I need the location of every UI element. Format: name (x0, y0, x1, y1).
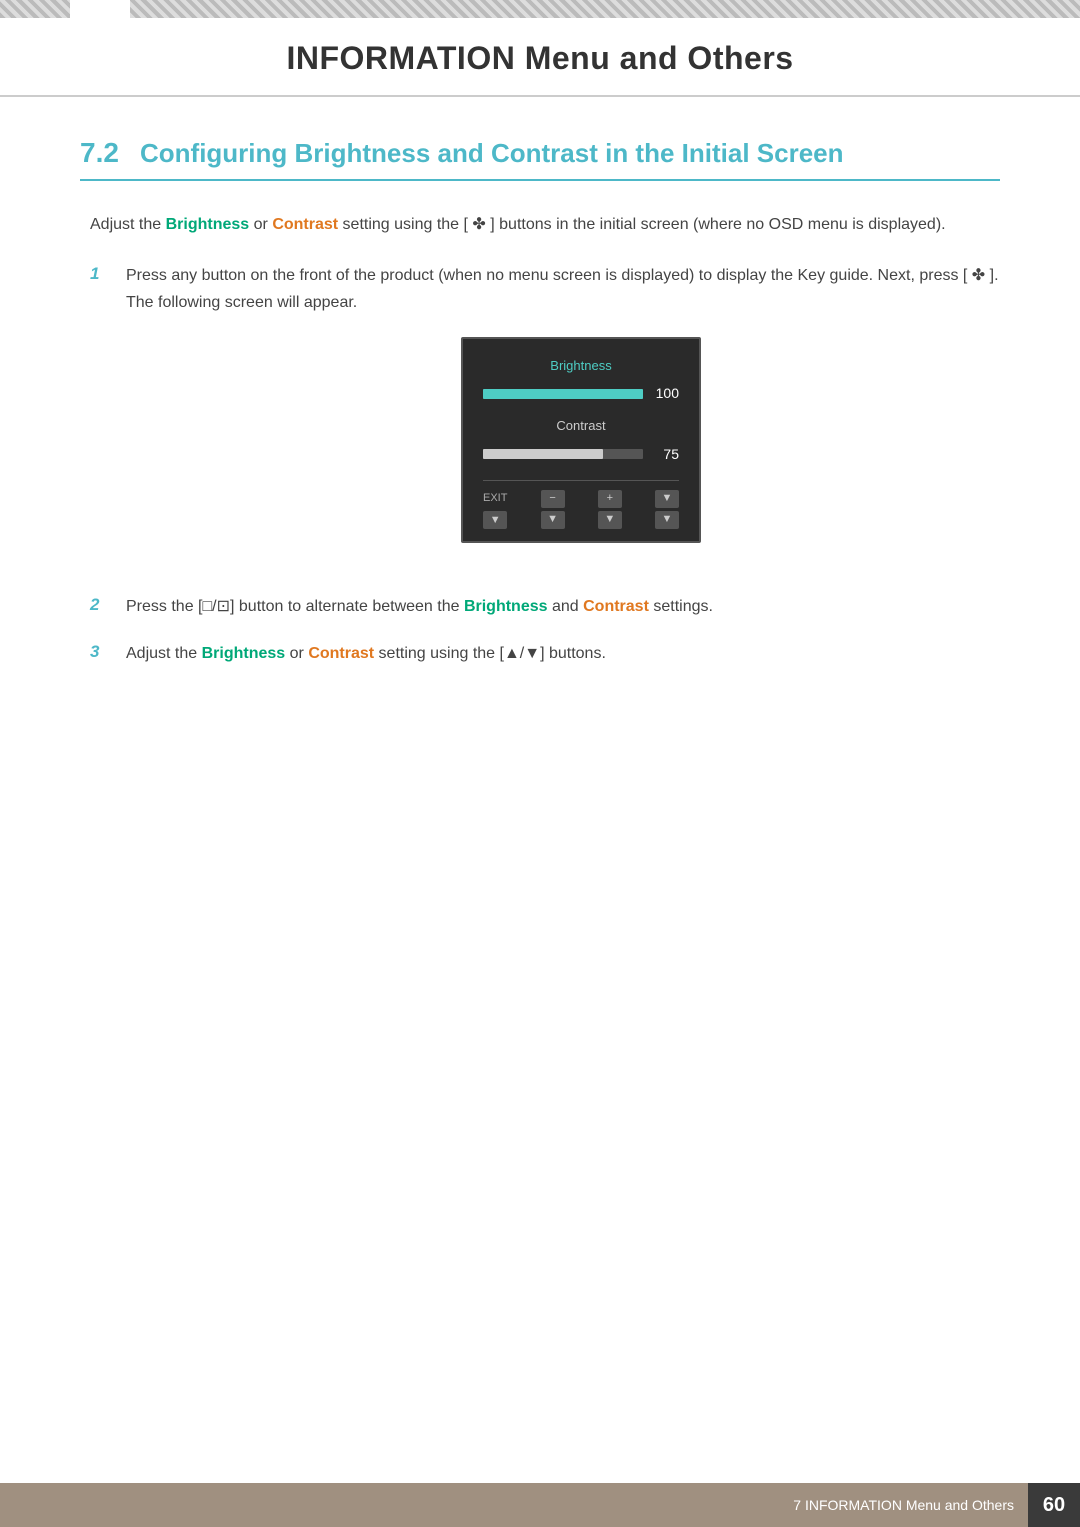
step2-contrast-highlight: Contrast (583, 598, 649, 615)
step3-contrast-highlight: Contrast (308, 645, 374, 662)
page-footer: 7 INFORMATION Menu and Others 60 (0, 1483, 1080, 1527)
osd-contrast-bar-container: 75 (483, 443, 679, 467)
step1-content: Press any button on the front of the pro… (126, 262, 1000, 573)
step1-text: Press any button on the front of the pro… (126, 267, 999, 311)
step3-number: 3 (90, 640, 108, 662)
footer-inner: 7 INFORMATION Menu and Others 60 (779, 1483, 1080, 1527)
step2-content: Press the [□/⊡] button to alternate betw… (126, 593, 1000, 620)
step2-text4: settings. (649, 598, 713, 615)
osd-brightness-bar-container: 100 (483, 382, 679, 406)
section-title: Configuring Brightness and Contrast in t… (140, 138, 844, 169)
numbered-list: 1 Press any button on the front of the p… (90, 262, 1000, 667)
page-title: INFORMATION Menu and Others (60, 40, 1020, 77)
step2-icon: □/⊡ (202, 598, 230, 615)
section-number: 7.2 (80, 137, 120, 169)
osd-brightness-track (483, 389, 643, 399)
step3-text3: setting using the [▲/▼] buttons. (374, 645, 606, 662)
list-item-3: 3 Adjust the Brightness or Contrast sett… (90, 640, 1000, 667)
osd-btn1-icon: − (541, 490, 565, 508)
osd-exit-icon: ▼ (483, 511, 507, 529)
main-content: 7.2 Configuring Brightness and Contrast … (0, 97, 1080, 767)
intro-contrast-highlight: Contrast (272, 216, 338, 233)
step3-content: Adjust the Brightness or Contrast settin… (126, 640, 1000, 667)
osd-exit-label: EXIT (483, 489, 507, 508)
step3-text2: or (285, 645, 308, 662)
page-header: INFORMATION Menu and Others (0, 18, 1080, 97)
osd-brightness-label: Brightness (483, 355, 679, 377)
osd-btn1-down-icon: ▼ (541, 511, 565, 529)
step2-text2: ] button to alternate between the (230, 598, 464, 615)
intro-text-before-brightness: Adjust the (90, 216, 166, 233)
osd-contrast-track (483, 449, 643, 459)
footer-section-ref: 7 INFORMATION Menu and Others (779, 1497, 1028, 1513)
osd-btn2-group: + ▼ (598, 490, 622, 529)
osd-btn3-group: ▼ ▼ (655, 490, 679, 529)
osd-brightness-fill (483, 389, 643, 399)
osd-btn2-icon: + (598, 490, 622, 508)
osd-exit-group: EXIT ▼ (483, 489, 507, 529)
osd-btn1-group: − ▼ (541, 490, 565, 529)
osd-screen: Brightness 100 Contrast (461, 337, 701, 543)
intro-text-suffix: setting using the [ ✤ ] buttons in the i… (338, 216, 946, 233)
top-bar-accent (70, 0, 130, 18)
osd-buttons-row: EXIT ▼ − ▼ + ▼ (483, 480, 679, 529)
osd-brightness-value: 100 (651, 382, 679, 406)
osd-btn3-down-icon: ▼ (655, 511, 679, 529)
osd-btn3-icon: ▼ (655, 490, 679, 508)
intro-paragraph: Adjust the Brightness or Contrast settin… (90, 211, 1000, 238)
section-heading: 7.2 Configuring Brightness and Contrast … (80, 137, 1000, 181)
top-decorative-bar (0, 0, 1080, 18)
step2-text3: and (548, 598, 584, 615)
step3-text1: Adjust the (126, 645, 202, 662)
osd-screen-container: Brightness 100 Contrast (162, 337, 1000, 543)
step2-number: 2 (90, 593, 108, 615)
osd-brightness-row: Brightness 100 (483, 355, 679, 406)
step2-text1: Press the [ (126, 598, 202, 615)
osd-contrast-fill (483, 449, 603, 459)
list-item-1: 1 Press any button on the front of the p… (90, 262, 1000, 573)
intro-text-or: or (249, 216, 272, 233)
step1-number: 1 (90, 262, 108, 284)
step2-brightness-highlight: Brightness (464, 598, 548, 615)
osd-btn2-down-icon: ▼ (598, 511, 622, 529)
osd-contrast-row: Contrast 75 (483, 415, 679, 466)
step3-brightness-highlight: Brightness (202, 645, 286, 662)
osd-contrast-value: 75 (651, 443, 679, 467)
intro-brightness-highlight: Brightness (166, 216, 250, 233)
footer-page-number: 60 (1028, 1483, 1080, 1527)
osd-contrast-label: Contrast (483, 415, 679, 437)
list-item-2: 2 Press the [□/⊡] button to alternate be… (90, 593, 1000, 620)
